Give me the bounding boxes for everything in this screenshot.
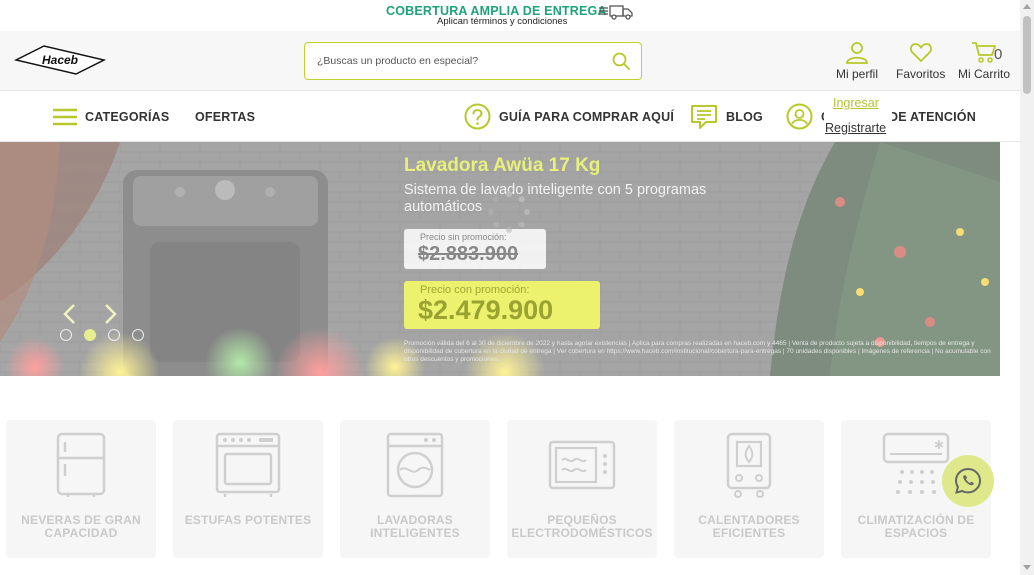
air-conditioner-icon: ✱	[882, 432, 950, 494]
nav-blog[interactable]: BLOG	[690, 91, 763, 142]
promo-subtitle: Aplican términos y condiciones	[437, 16, 568, 27]
vertical-scrollbar[interactable]	[1020, 0, 1034, 575]
nav-guide-label: GUÍA PARA COMPRAR AQUÍ	[499, 109, 674, 124]
cart-count: 0	[994, 46, 1003, 63]
category-label: CLIMATIZACIÓN DE ESPACIOS	[857, 513, 975, 540]
logo-text: Haceb	[42, 53, 78, 67]
banner-subtitle: Sistema de lavado inteligente con 5 prog…	[404, 182, 707, 215]
microwave-icon	[548, 440, 616, 490]
category-card-stoves[interactable]: ESTUFAS POTENTES	[173, 420, 323, 558]
banner-legal-text: Promoción válida del 6 al 30 de diciembr…	[404, 340, 991, 363]
washer-icon	[386, 432, 444, 498]
price-after: $2.479.900	[418, 295, 554, 325]
cart-label: Mi Carrito	[958, 67, 1011, 81]
nav-categories-label: CATEGORÍAS	[85, 109, 170, 124]
category-label: LAVADORAS INTELIGENTES	[370, 513, 460, 540]
nav-categories[interactable]: CATEGORÍAS	[53, 91, 169, 142]
heart-icon	[909, 43, 932, 63]
price-before: $2.883.900	[418, 243, 519, 265]
scroll-down-arrow-icon[interactable]	[1023, 565, 1031, 570]
carousel-next-icon[interactable]	[100, 302, 120, 326]
stove-icon	[215, 432, 281, 497]
search-box	[304, 42, 642, 80]
user-icon	[846, 42, 868, 64]
favorites-button[interactable]: Favoritos	[896, 40, 945, 81]
carousel-dot-2[interactable]	[84, 329, 96, 341]
login-link[interactable]: Ingresar	[833, 96, 879, 110]
carousel-prev-icon[interactable]	[60, 302, 80, 326]
support-agent-icon	[786, 103, 813, 130]
scroll-thumb[interactable]	[1023, 16, 1031, 94]
page: COBERTURA AMPLIA DE ENTREGA Aplican térm…	[0, 0, 1034, 575]
promo-bar: COBERTURA AMPLIA DE ENTREGA Aplican térm…	[0, 0, 1020, 31]
price-after-box: Precio con promoción: $2.479.900	[404, 281, 600, 329]
favorites-label: Favoritos	[896, 67, 946, 81]
profile-button[interactable]: Mi perfil	[836, 40, 878, 81]
category-grid: NEVERAS DE GRAN CAPACIDAD ESTUFAS POTENT…	[0, 376, 1020, 575]
category-card-fridges[interactable]: NEVERAS DE GRAN CAPACIDAD	[6, 420, 156, 558]
profile-label: Mi perfil	[836, 67, 879, 81]
blog-message-icon	[691, 104, 717, 129]
category-label: CALENTADORES EFICIENTES	[698, 513, 800, 540]
search-input[interactable]	[317, 52, 597, 70]
nav-attention-label-tail: DE ATENCIÓN	[889, 109, 976, 124]
nav-buying-guide[interactable]: GUÍA PARA COMPRAR AQUÍ	[464, 91, 674, 142]
loading-spinner-icon	[488, 191, 530, 233]
category-card-small-appliances[interactable]: PEQUEÑOS ELECTRODOMÉSTICOS	[507, 420, 657, 558]
svg-text:✱: ✱	[934, 438, 944, 452]
nav-blog-label: BLOG	[726, 109, 763, 124]
hamburger-icon	[53, 108, 77, 125]
register-link[interactable]: Registrarte	[825, 121, 886, 135]
site-header: Haceb Mi perfil Favoritos	[0, 31, 1020, 91]
hero-banner[interactable]: Lavadora Awüa 17 Kg Sistema de lavado in…	[0, 142, 1000, 376]
category-card-washers[interactable]: LAVADORAS INTELIGENTES	[340, 420, 490, 558]
whatsapp-icon	[954, 467, 982, 494]
search-icon[interactable]	[611, 51, 631, 71]
nav-offers-label: OFERTAS	[195, 109, 256, 124]
water-heater-icon	[726, 432, 772, 498]
category-label: ESTUFAS POTENTES	[184, 513, 312, 527]
account-dropdown: Ingresar Registrarte	[824, 92, 892, 140]
nav-offers[interactable]: OFERTAS	[195, 91, 255, 142]
haceb-logo[interactable]: Haceb	[14, 44, 106, 76]
banner-title: Lavadora Awüa 17 Kg	[404, 155, 601, 176]
question-circle-icon	[464, 103, 491, 130]
carousel-dot-4[interactable]	[132, 329, 144, 341]
category-card-water-heaters[interactable]: CALENTADORES EFICIENTES	[674, 420, 824, 558]
fridge-icon	[56, 432, 106, 497]
whatsapp-button[interactable]	[942, 455, 994, 507]
nav-attention-label-tail-wrap: DE ATENCIÓN	[889, 91, 976, 142]
scroll-up-arrow-icon[interactable]	[1023, 4, 1031, 9]
category-label: NEVERAS DE GRAN CAPACIDAD	[21, 513, 141, 540]
carousel-dot-3[interactable]	[108, 329, 120, 341]
category-label: PEQUEÑOS ELECTRODOMÉSTICOS	[511, 513, 653, 540]
delivery-truck-icon	[599, 5, 633, 20]
carousel-dot-1[interactable]	[60, 329, 72, 341]
price-before-box: Precio sin promoción: $2.883.900	[404, 229, 546, 269]
